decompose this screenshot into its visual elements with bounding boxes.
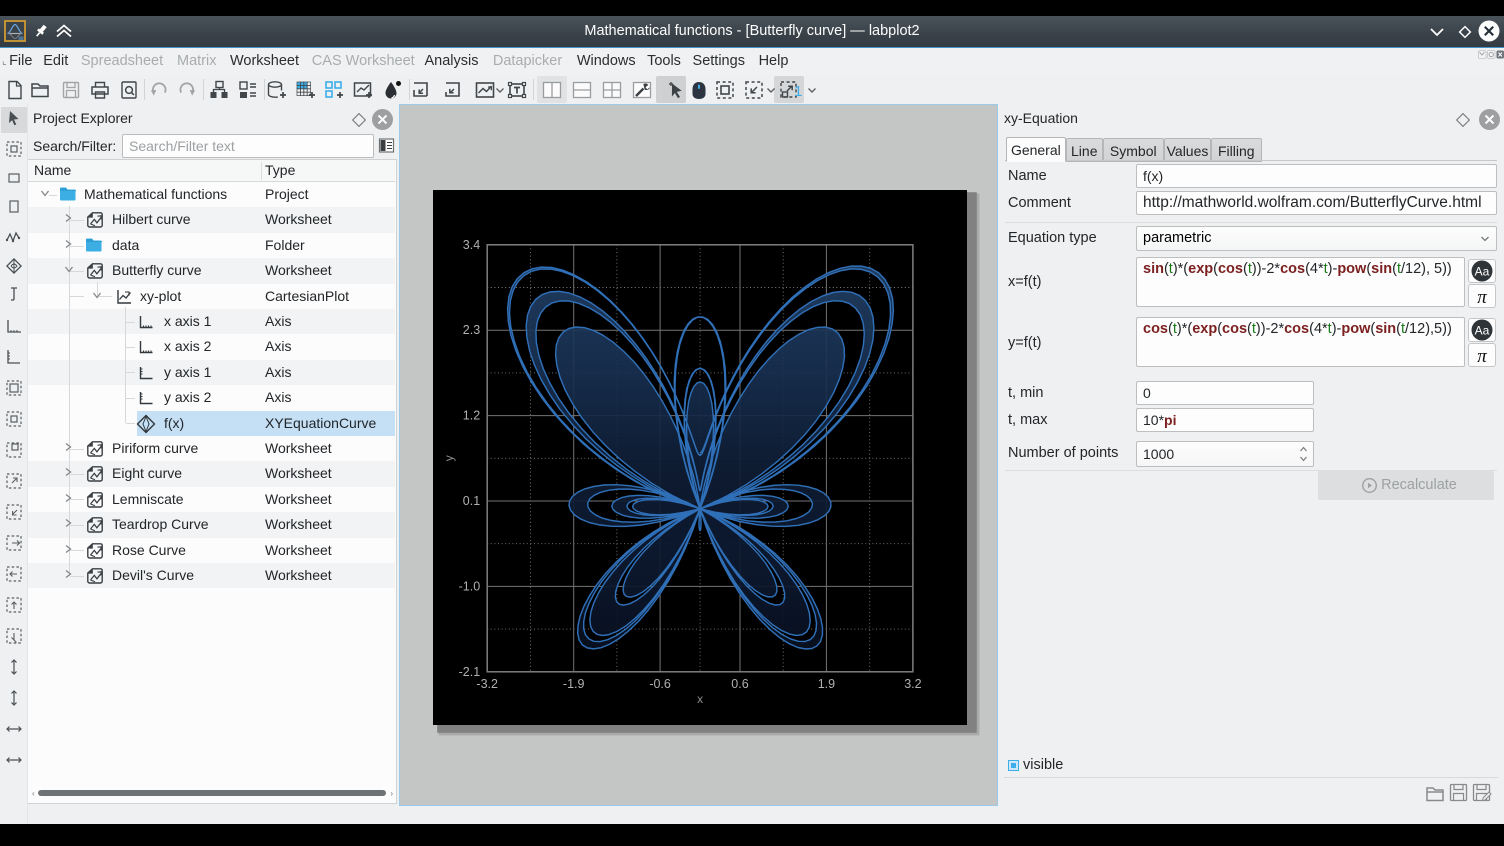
- svg-text:-1.9: -1.9: [563, 677, 585, 691]
- svg-text:1.2: 1.2: [463, 409, 480, 423]
- svg-text:3.4: 3.4: [463, 238, 480, 252]
- svg-text:1.9: 1.9: [818, 677, 835, 691]
- svg-text:x: x: [697, 692, 703, 706]
- svg-text:y: y: [442, 455, 456, 461]
- svg-text:π: π: [1477, 346, 1487, 367]
- svg-text:0.1: 0.1: [463, 494, 480, 508]
- svg-text:-3.2: -3.2: [476, 677, 498, 691]
- svg-text:-1.0: -1.0: [459, 579, 481, 593]
- svg-text:Aa: Aa: [1475, 324, 1490, 338]
- svg-text:Aa: Aa: [1475, 265, 1490, 279]
- svg-text:3.2: 3.2: [904, 677, 921, 691]
- svg-text:π: π: [1477, 287, 1487, 308]
- svg-text:2.3: 2.3: [463, 323, 480, 337]
- svg-text:0.6: 0.6: [731, 677, 748, 691]
- svg-text:-0.6: -0.6: [649, 677, 671, 691]
